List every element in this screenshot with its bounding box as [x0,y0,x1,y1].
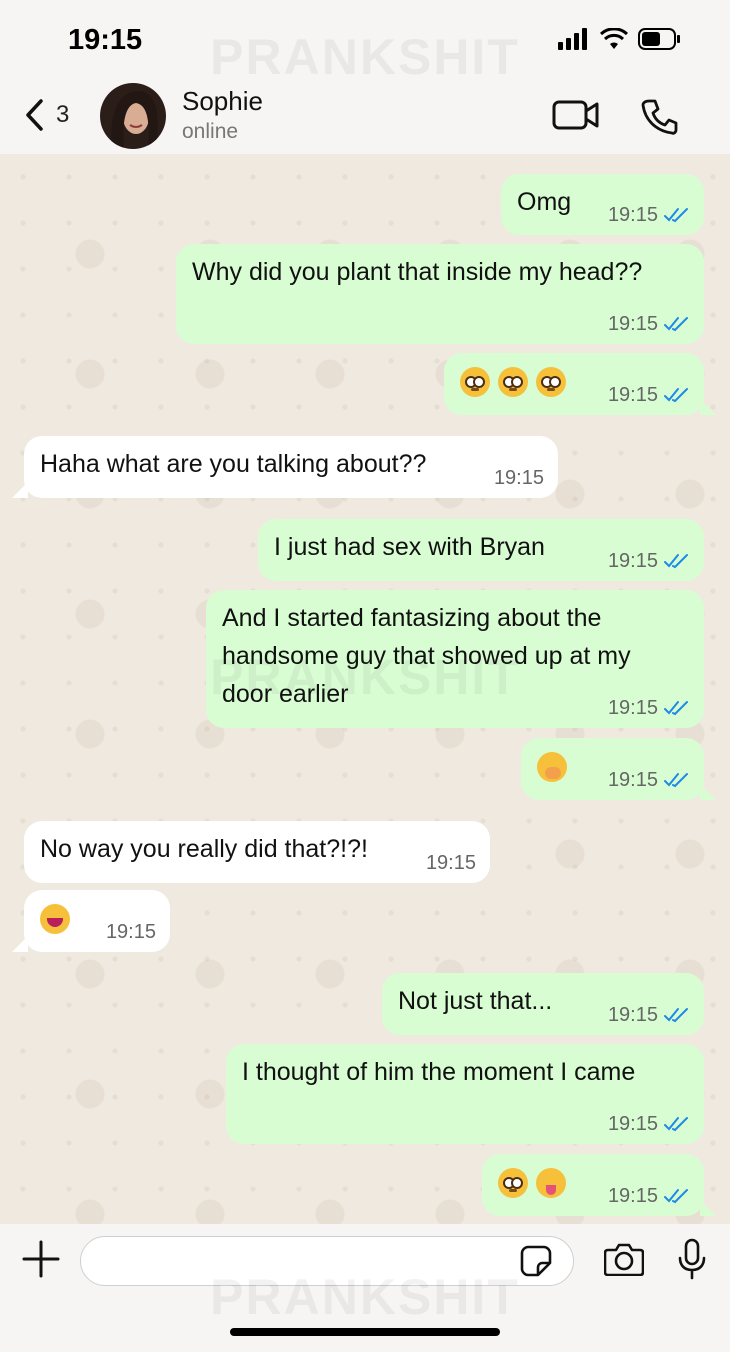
message-outgoing[interactable]: And I started fantasizing about the hand… [206,590,704,728]
double-check-icon [664,208,688,223]
message-time: 19:15 [607,1113,658,1135]
sticker-button[interactable] [520,1245,552,1282]
battery-icon [638,28,680,50]
contact-name[interactable]: Sophie [182,86,263,117]
chat-area[interactable]: Omg 19:15 Why did you plant that inside … [0,154,730,1224]
message-time: 19:15 [105,921,156,943]
bubble-tail [700,1200,716,1216]
message-meta: 19:15 [608,1005,690,1025]
phone-icon [641,99,678,135]
message-meta: 19:15 [608,551,690,571]
signal-icon [558,28,587,50]
avatar[interactable] [100,83,166,149]
video-camera-icon [552,100,599,130]
attach-button[interactable] [22,1240,60,1283]
double-check-icon [664,1008,688,1023]
wifi-icon [600,28,628,49]
microphone-icon [678,1238,706,1280]
message-time: 19:15 [493,467,544,489]
message-text: No way you really did that?!?! [40,835,368,863]
message-time: 19:15 [607,384,658,406]
message-meta: 19:15 [608,205,690,225]
message-text: Haha what are you talking about?? [40,450,427,478]
message-time: 19:15 [607,204,658,226]
message-meta: 19:15 [608,314,690,334]
hand-over-mouth-face-icon [537,752,567,783]
message-outgoing[interactable]: I just had sex with Bryan 19:15 [258,519,704,581]
message-time: 19:15 [607,769,658,791]
message-meta: 19:15 [608,698,690,718]
double-check-icon [664,317,688,332]
sticker-icon [520,1245,552,1277]
bubble-tail [700,399,716,415]
message-meta: 19:15 [608,385,690,405]
message-text: I thought of him the moment I came [242,1058,636,1086]
message-incoming[interactable]: 19:15 [12,890,170,952]
chat-header: 3 Sophie online [0,80,730,154]
squinting-face-with-tongue-icon [40,904,70,935]
message-line: handsome guy that showed up at my [222,642,631,670]
message-time: 19:15 [607,313,658,335]
message-line: And I started fantasizing about the [222,604,602,632]
message-outgoing[interactable]: I thought of him the moment I came 19:15 [226,1044,704,1144]
double-check-icon [664,1189,688,1204]
message-meta: 19:15 [426,853,476,873]
message-meta: 19:15 [608,1186,690,1206]
back-button[interactable]: 3 [24,98,69,132]
message-text: Why did you plant that inside my head?? [192,258,643,286]
camera-button[interactable] [603,1242,645,1281]
chevron-left-icon [26,99,43,131]
status-icons [558,28,682,50]
message-time: 19:15 [425,852,476,874]
message-incoming[interactable]: No way you really did that?!?! 19:15 [24,821,490,883]
flushed-face-icon [498,1168,528,1199]
message-text: I just had sex with Bryan [274,533,545,561]
microphone-button[interactable] [678,1238,706,1285]
winking-face-with-tongue-icon [536,1168,566,1199]
home-indicator[interactable] [230,1328,500,1336]
message-outgoing[interactable]: Why did you plant that inside my head?? … [176,244,704,344]
message-meta: 19:15 [608,770,690,790]
double-check-icon [664,701,688,716]
message-outgoing[interactable]: 19:15 [521,738,716,800]
camera-icon [603,1243,645,1277]
status-bar: 19:15 [0,0,730,80]
bubble-tail [700,784,716,800]
message-input[interactable] [80,1236,574,1286]
message-outgoing[interactable]: Omg 19:15 [501,174,704,235]
message-outgoing[interactable]: 19:15 [482,1154,716,1216]
double-check-icon [664,554,688,569]
message-meta: 19:15 [494,468,544,488]
double-check-icon [664,388,688,403]
double-check-icon [664,1117,688,1132]
flushed-face-icon [498,367,528,398]
message-time: 19:15 [607,550,658,572]
message-incoming[interactable]: Haha what are you talking about?? 19:15 [12,436,558,498]
message-time: 19:15 [607,697,658,719]
flushed-face-icon [460,367,490,398]
contact-status: online [182,120,239,143]
status-time: 19:15 [68,24,143,56]
double-check-icon [664,773,688,788]
plus-icon [22,1240,60,1278]
flushed-face-icon [536,367,566,398]
bubble-tail [12,936,28,952]
composer-bar: PRANKSHIT [0,1224,730,1352]
bubble-tail [12,482,28,498]
message-meta: 19:15 [608,1114,690,1134]
message-time: 19:15 [607,1185,658,1207]
unread-count: 3 [56,101,70,128]
video-call-button[interactable] [552,98,600,137]
message-outgoing[interactable]: 19:15 [444,353,716,415]
message-outgoing[interactable]: Not just that... 19:15 [382,973,704,1035]
message-time: 19:15 [607,1004,658,1026]
message-text: Not just that... [398,987,553,1015]
message-meta: 19:15 [106,922,156,942]
voice-call-button[interactable] [640,98,678,141]
message-text: Omg [517,188,572,216]
